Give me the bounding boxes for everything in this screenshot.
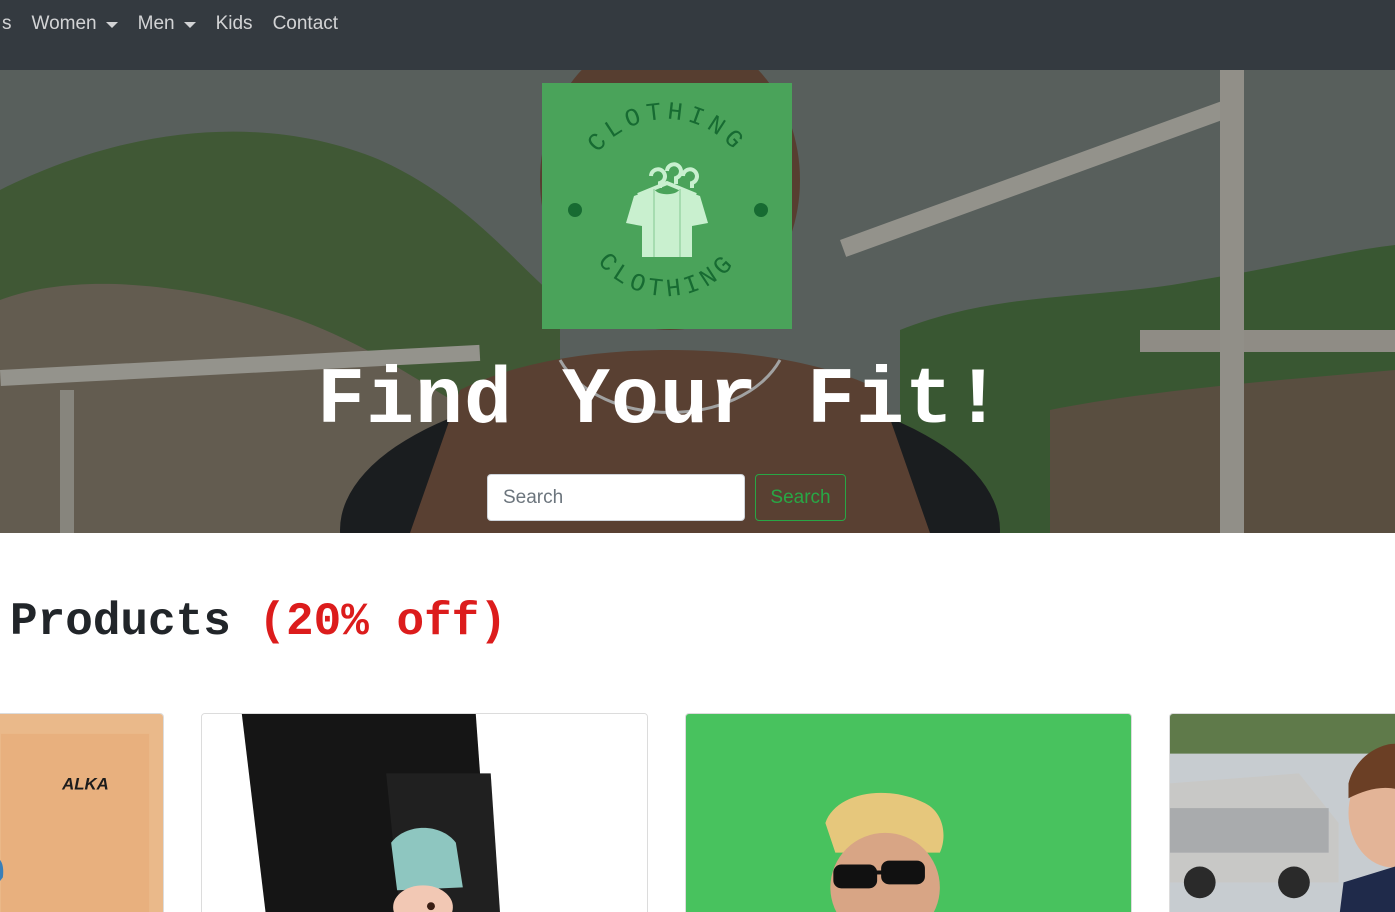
- nav-list: s Women Men Kids Contact: [0, 0, 348, 48]
- product-card[interactable]: [685, 713, 1132, 912]
- nav-item-women[interactable]: Women: [22, 13, 128, 35]
- nav-item-partial[interactable]: s: [0, 13, 22, 35]
- product-card[interactable]: ALKA: [0, 713, 164, 912]
- nav-item-label: Kids: [215, 13, 253, 34]
- svg-text:CLOTHING: CLOTHING: [582, 98, 752, 159]
- nav-item-men[interactable]: Men: [128, 13, 206, 35]
- hero-banner: CLOTHING CLOTHING Find Your Fit! Search: [0, 70, 1395, 533]
- search-input[interactable]: [487, 474, 745, 521]
- top-navbar: s Women Men Kids Contact: [0, 0, 1395, 70]
- product-image-man-sunglasses: [686, 714, 1131, 912]
- products-heading-label: Products: [10, 596, 231, 648]
- product-card[interactable]: [201, 713, 648, 912]
- nav-item-label: Women: [31, 13, 97, 34]
- nav-item-label: s: [2, 13, 12, 34]
- brand-logo: CLOTHING CLOTHING: [542, 83, 792, 329]
- search-button[interactable]: Search: [755, 474, 846, 521]
- products-heading: Products (20% off): [10, 596, 507, 648]
- product-image-black-pants: [202, 714, 647, 912]
- product-image-orange-print: ALKA: [0, 714, 163, 912]
- nav-item-label: Contact: [272, 13, 339, 34]
- nav-item-contact[interactable]: Contact: [263, 13, 348, 35]
- product-image-kid-street: [1170, 714, 1395, 912]
- hanger-shirt-icon: CLOTHING CLOTHING: [568, 98, 768, 305]
- hero-title: Find Your Fit!: [316, 356, 1004, 447]
- product-card[interactable]: [1169, 713, 1395, 912]
- discount-label: (20% off): [258, 596, 507, 648]
- nav-item-label: Men: [137, 13, 175, 34]
- print-text: ALKA: [61, 774, 109, 793]
- caret-down-icon: [183, 22, 196, 28]
- logo-text-top: CLOTHING: [582, 98, 747, 159]
- nav-item-kids[interactable]: Kids: [206, 13, 263, 35]
- caret-down-icon: [105, 22, 118, 28]
